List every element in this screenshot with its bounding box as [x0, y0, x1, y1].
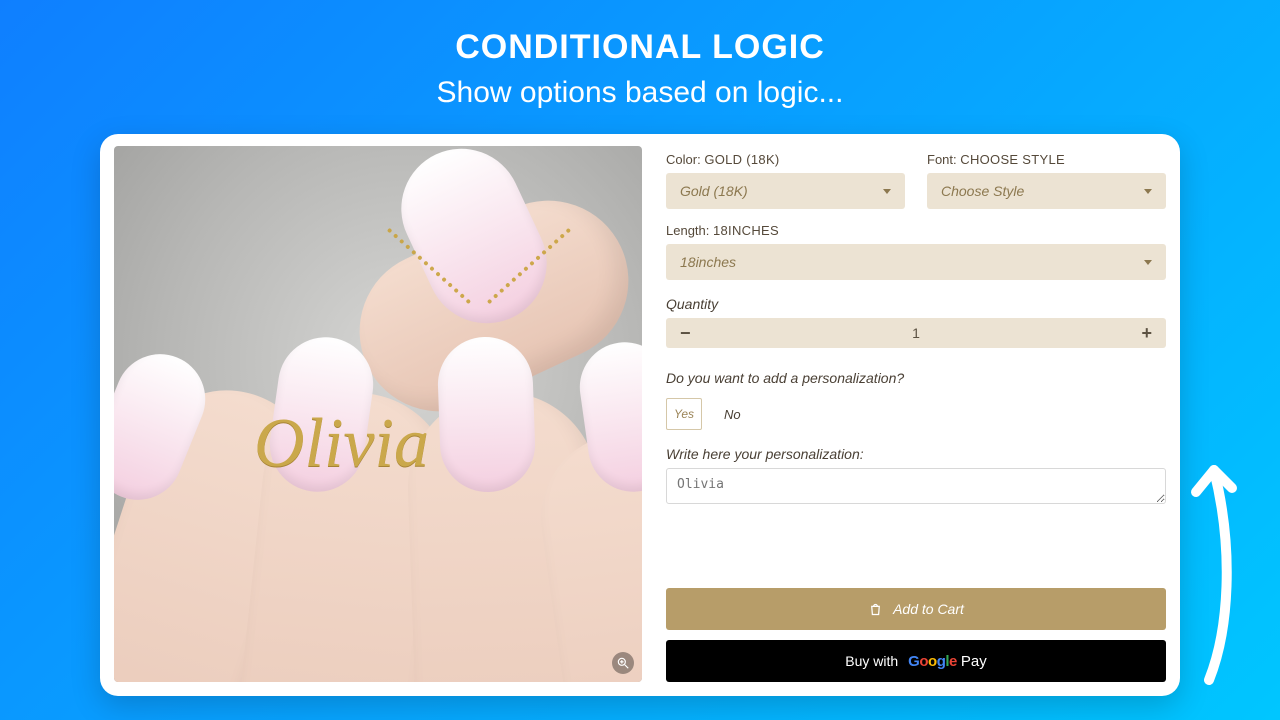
quantity-value: 1: [912, 325, 920, 341]
necklace-script-text: Olivia: [254, 404, 429, 484]
personalization-question: Do you want to add a personalization?: [666, 370, 1166, 386]
length-label: Length: 18INCHES: [666, 223, 1166, 238]
buy-with-label: Buy with: [845, 653, 898, 669]
quantity-increase-button[interactable]: +: [1141, 323, 1152, 344]
color-label: Color: GOLD (18K): [666, 152, 905, 167]
callout-arrow-icon: [1174, 430, 1244, 690]
add-to-cart-label: Add to Cart: [893, 601, 964, 617]
color-select[interactable]: Gold (18K): [666, 173, 905, 209]
product-image: Olivia: [114, 146, 642, 682]
chevron-down-icon: [883, 189, 891, 194]
chevron-down-icon: [1144, 189, 1152, 194]
quantity-stepper: − 1 +: [666, 318, 1166, 348]
length-select[interactable]: 18inches: [666, 244, 1166, 280]
hand-illustration: Olivia: [114, 146, 642, 682]
font-select[interactable]: Choose Style: [927, 173, 1166, 209]
page-subtitle: Show options based on logic...: [0, 76, 1280, 110]
page-title: CONDITIONAL LOGIC: [0, 28, 1280, 67]
font-label: Font: CHOOSE STYLE: [927, 152, 1166, 167]
length-select-value: 18inches: [680, 254, 736, 270]
font-select-value: Choose Style: [941, 183, 1024, 199]
buy-with-gpay-button[interactable]: Buy with Google Pay: [666, 640, 1166, 682]
product-card: Olivia Color: GOLD (18K) Gold (18K): [100, 134, 1180, 696]
personalization-no-button[interactable]: No: [724, 407, 741, 422]
chevron-down-icon: [1144, 260, 1152, 265]
shopping-bag-icon: [868, 602, 883, 617]
add-to-cart-button[interactable]: Add to Cart: [666, 588, 1166, 630]
quantity-decrease-button[interactable]: −: [680, 323, 691, 344]
quantity-label: Quantity: [666, 296, 1166, 312]
personalization-input[interactable]: [666, 468, 1166, 504]
color-select-value: Gold (18K): [680, 183, 748, 199]
zoom-in-icon[interactable]: [612, 652, 634, 674]
product-options-form: Color: GOLD (18K) Gold (18K) Font: CHOOS…: [666, 146, 1166, 682]
google-pay-logo: Google Pay: [908, 653, 987, 670]
personalization-write-label: Write here your personalization:: [666, 446, 1166, 462]
personalization-yes-button[interactable]: Yes: [666, 398, 702, 430]
